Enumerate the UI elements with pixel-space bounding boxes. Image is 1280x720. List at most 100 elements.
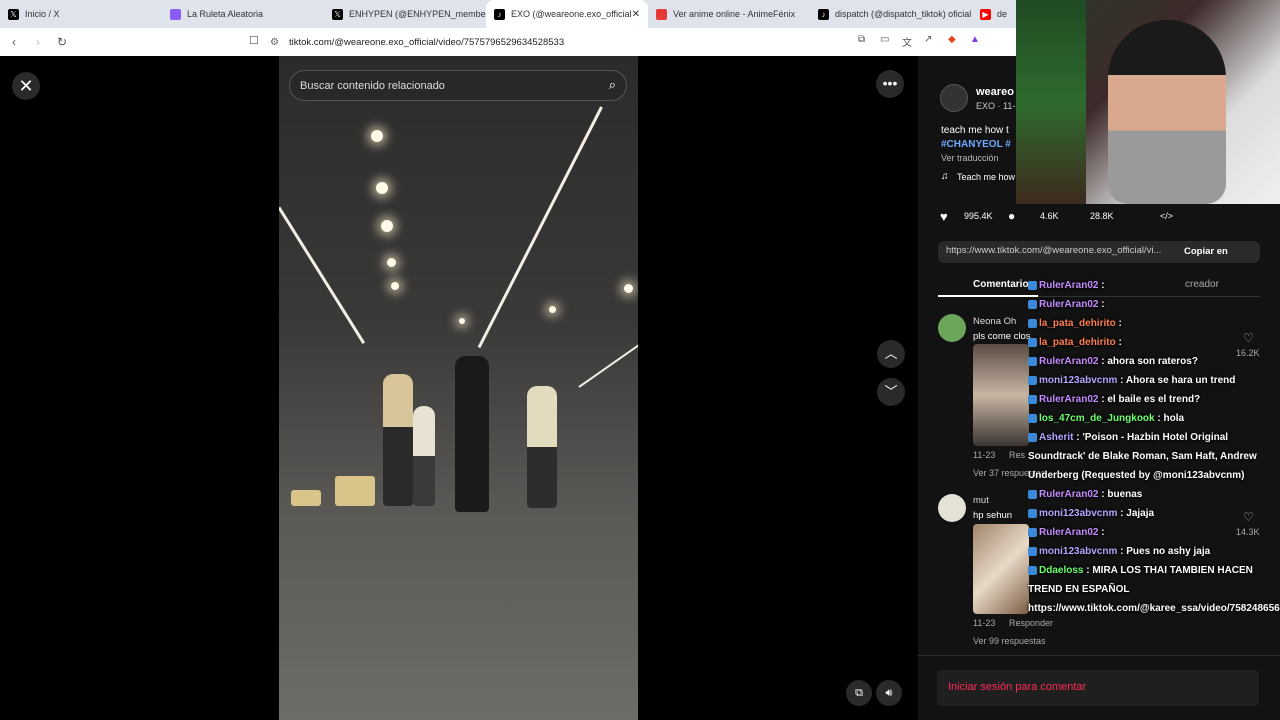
chat-badge-icon	[1028, 413, 1037, 423]
heart-icon[interactable]: ♥	[940, 209, 948, 224]
url-input[interactable]: ⚙ tiktok.com/@weareone.exo_official/vide…	[270, 32, 1010, 52]
search-placeholder: Buscar contenido relacionado	[300, 79, 445, 92]
tab-animefenix[interactable]: Ver anime online - AnimeFénix	[648, 0, 810, 28]
chat-username[interactable]: RulerAran02	[1039, 527, 1098, 538]
url-text: tiktok.com/@weareone.exo_official/video/…	[288, 36, 565, 48]
chat-username[interactable]: Asherit	[1039, 432, 1073, 443]
tab-enhypen[interactable]: 𝕏 ENHYPEN (@ENHYPEN_members) /	[324, 0, 486, 28]
tab-label: EXO (@weareone.exo_official	[511, 9, 632, 19]
related-search-input[interactable]: Buscar contenido relacionado ⌕	[289, 70, 627, 101]
chat-text: :	[1098, 280, 1105, 291]
close-icon[interactable]: ✕	[632, 9, 640, 20]
bookmark-icon[interactable]: ☐	[249, 34, 259, 47]
comment-date: 11-23	[973, 618, 996, 628]
chat-message: la_pata_dehirito :	[1028, 314, 1268, 333]
chat-badge-icon	[1028, 375, 1037, 385]
tab-comments[interactable]: Comentarios	[973, 279, 1034, 290]
comment-user[interactable]: mut	[973, 495, 989, 506]
comment-text: pls come clos	[973, 331, 1031, 342]
search-icon[interactable]: ⌕	[609, 77, 616, 93]
back-arrow-icon[interactable]: ‹	[4, 35, 24, 49]
chat-text: : Jajaja	[1117, 508, 1155, 519]
embed-icon[interactable]: </>	[1160, 211, 1173, 221]
dancer	[383, 374, 413, 506]
reply-button[interactable]: Res	[1009, 450, 1025, 460]
chat-text: : ahora son rateros?	[1098, 356, 1198, 367]
comments-count: 4.6K	[1040, 211, 1059, 221]
chat-message: RulerAran02 : ahora son rateros?	[1028, 352, 1268, 371]
chat-username[interactable]: la_pata_dehirito	[1039, 337, 1116, 348]
pip-icon: ⧉	[855, 687, 863, 699]
chat-badge-icon	[1028, 337, 1037, 347]
commenter-avatar[interactable]	[938, 494, 966, 522]
chat-username[interactable]: RulerAran02	[1039, 489, 1098, 500]
volume-button[interactable]: 🔊︎	[876, 680, 902, 706]
tab-ruleta[interactable]: La Ruleta Aleatoria	[162, 0, 324, 28]
forward-arrow-icon[interactable]: ›	[28, 35, 48, 49]
extension-icon[interactable]: ⧉	[858, 34, 865, 45]
view-replies-link[interactable]: Ver 99 respuestas	[973, 636, 1046, 646]
previous-video-button[interactable]: ︿	[877, 340, 905, 368]
comment-icon[interactable]: ●	[1008, 209, 1015, 223]
comment-user[interactable]: Neona Oh	[973, 316, 1016, 327]
chat-username[interactable]: RulerAran02	[1039, 356, 1098, 367]
author-subtitle: EXO · 11-2	[976, 101, 1021, 111]
chat-text: : hola	[1154, 413, 1185, 424]
ceiling-light	[387, 258, 396, 267]
screen-icon[interactable]: ▭	[880, 34, 889, 45]
roulette-icon	[170, 8, 181, 20]
light-beam	[279, 206, 366, 344]
tab-label: Inicio / X	[25, 9, 60, 19]
webcam-overlay	[1016, 0, 1280, 204]
site-info-icon[interactable]: ⚙	[270, 37, 279, 48]
hashtags[interactable]: #CHANYEOL #	[941, 139, 1011, 150]
chat-username[interactable]: moni123abvcnm	[1039, 546, 1117, 557]
comment-image[interactable]	[973, 524, 1029, 614]
tab-exo-tiktok[interactable]: ♪ EXO (@weareone.exo_official ✕	[486, 0, 648, 28]
chat-username[interactable]: Ddaeloss	[1039, 565, 1083, 576]
tab-label: La Ruleta Aleatoria	[187, 9, 264, 19]
x-logo-icon: 𝕏	[8, 8, 19, 20]
next-video-button[interactable]: ﹀	[877, 378, 905, 406]
reload-icon[interactable]: ↻	[52, 35, 72, 49]
chat-username[interactable]: la_pata_dehirito	[1039, 318, 1116, 329]
chat-username[interactable]: moni123abvcnm	[1039, 375, 1117, 386]
chat-message: RulerAran02 : buenas	[1028, 485, 1268, 504]
close-video-button[interactable]: ✕	[12, 72, 40, 100]
comment-text: hp sehun	[973, 510, 1013, 521]
share-icon[interactable]: ↗	[924, 34, 932, 45]
see-translation-link[interactable]: Ver traducción	[941, 153, 999, 163]
chat-text: : Ahora se hara un trend	[1117, 375, 1236, 386]
chat-text: : el baile es el trend?	[1098, 394, 1201, 405]
chat-message: RulerAran02 :	[1028, 276, 1268, 295]
chat-message: moni123abvcnm : Ahora se hara un trend	[1028, 371, 1268, 390]
video-player[interactable]	[279, 56, 638, 720]
tab-youtube[interactable]: ▶ de	[972, 0, 1012, 28]
tab-x-inicio[interactable]: 𝕏 Inicio / X	[0, 0, 162, 28]
chat-username[interactable]: RulerAran02	[1039, 299, 1098, 310]
comment-image[interactable]	[973, 344, 1029, 446]
translate-icon[interactable]: 文	[902, 34, 912, 49]
chat-username[interactable]: RulerAran02	[1039, 394, 1098, 405]
chat-username[interactable]: moni123abvcnm	[1039, 508, 1117, 519]
login-to-comment-button[interactable]: Iniciar sesión para comentar	[937, 670, 1259, 706]
chat-badge-icon	[1028, 432, 1037, 442]
light-beam	[477, 106, 603, 349]
tab-dispatch[interactable]: ♪ dispatch (@dispatch_tiktok) oficial |	[810, 0, 972, 28]
music-title[interactable]: Teach me how	[957, 172, 1015, 182]
commenter-avatar[interactable]	[938, 314, 966, 342]
brave-shield-icon[interactable]: ◆	[948, 34, 956, 45]
reply-button[interactable]: Responder	[1009, 618, 1053, 628]
chat-username[interactable]: los_47cm_de_Jungkook	[1039, 413, 1155, 424]
author-handle[interactable]: weareo	[976, 86, 1014, 98]
dancer	[455, 356, 489, 512]
chat-username[interactable]: RulerAran02	[1039, 280, 1098, 291]
more-options-button[interactable]: •••	[876, 70, 904, 98]
author-avatar[interactable]	[940, 84, 968, 112]
copy-link-button[interactable]: Copiar en	[1184, 246, 1228, 257]
ceiling-light	[391, 282, 399, 290]
pip-button[interactable]: ⧉	[846, 680, 872, 706]
rewards-icon[interactable]: ▲	[970, 34, 980, 45]
login-prompt-text: Iniciar sesión para comentar	[948, 681, 1087, 693]
chat-badge-icon	[1028, 356, 1037, 366]
